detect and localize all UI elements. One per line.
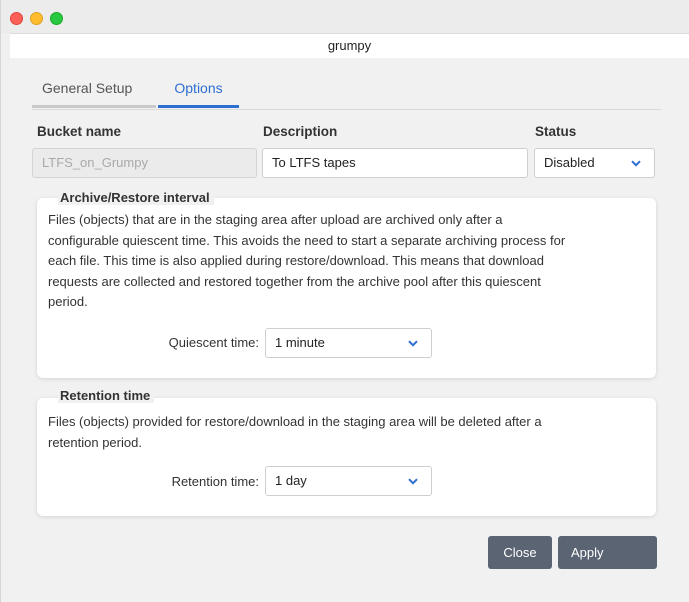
window-close-button[interactable] [10, 12, 23, 25]
archive-description-line: requests are collected and restored toge… [48, 273, 541, 289]
archive-description-line: configurable quiescent time. This avoids… [48, 232, 566, 248]
archive-restore-title: Archive/Restore interval [58, 190, 214, 205]
apply-button[interactable]: Apply [558, 536, 657, 569]
retention-description-line: Files (objects) provided for restore/dow… [48, 414, 542, 429]
app-window: grumpy General Setup Options Bucket name… [0, 0, 689, 602]
tab-general-setup[interactable]: General Setup [32, 78, 156, 108]
bucket-name-input: LTFS_on_Grumpy [32, 148, 257, 178]
archive-restore-card: Files (objects) that are in the staging … [37, 198, 656, 378]
quiescent-time-label: Quiescent time: [168, 335, 259, 350]
archive-description-line: each file. This time is also applied dur… [48, 253, 544, 268]
window-title: grumpy [10, 33, 689, 59]
status-label: Status [535, 124, 577, 139]
retention-description: Files (objects) provided for restore/dow… [48, 412, 642, 453]
bucket-name-label: Bucket name [37, 124, 122, 139]
archive-description-line: period. [48, 294, 88, 309]
tab-options[interactable]: Options [158, 78, 239, 108]
retention-time-select[interactable]: 1 day [265, 466, 432, 496]
retention-description-line: retention period. [48, 434, 142, 450]
retention-time-title: Retention time [58, 388, 155, 403]
chevron-down-icon [408, 467, 418, 485]
status-select-value: Disabled [544, 155, 595, 170]
chevron-down-icon [631, 149, 641, 167]
archive-description-line: Files (objects) that are in the staging … [48, 212, 503, 227]
close-button[interactable]: Close [488, 536, 552, 569]
retention-time-label: Retention time: [171, 474, 259, 489]
tab-bar: General Setup Options [32, 78, 661, 110]
quiescent-time-select[interactable]: 1 minute [265, 328, 432, 358]
status-select[interactable]: Disabled [534, 148, 655, 178]
chevron-down-icon [408, 329, 418, 347]
description-label: Description [263, 124, 338, 139]
window-minimize-button[interactable] [30, 12, 43, 25]
retention-card: Files (objects) provided for restore/dow… [37, 398, 656, 516]
archive-description: Files (objects) that are in the staging … [48, 210, 642, 313]
window-maximize-button[interactable] [50, 12, 63, 25]
description-input[interactable]: To LTFS tapes [262, 148, 528, 178]
retention-time-value: 1 day [275, 473, 307, 488]
dialog-content: General Setup Options Bucket name Descri… [10, 58, 689, 602]
title-bar [1, 0, 689, 33]
quiescent-time-value: 1 minute [275, 335, 325, 350]
